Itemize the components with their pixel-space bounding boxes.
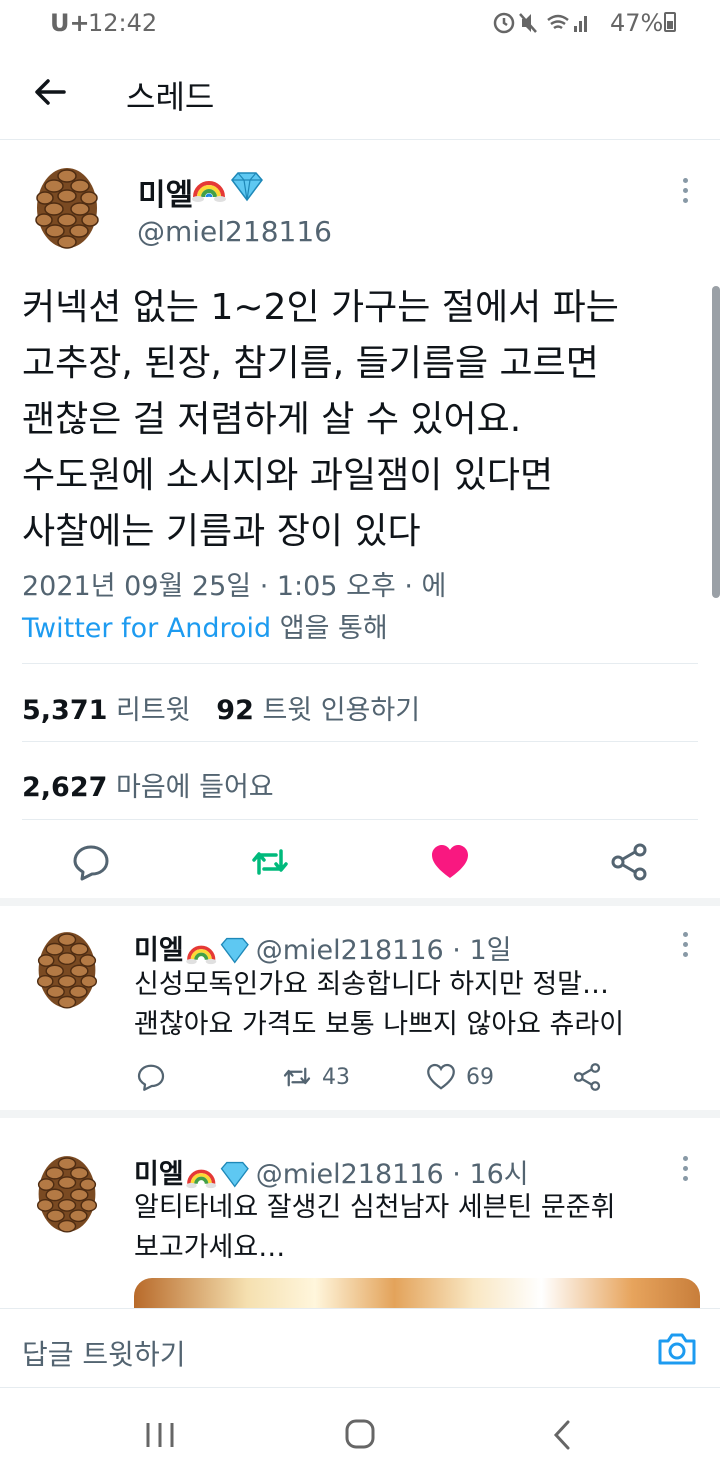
camera-icon[interactable] <box>656 1329 698 1369</box>
kebab-icon[interactable] <box>680 178 690 206</box>
like-label: 마음에 들어요 <box>116 772 274 803</box>
divider <box>22 741 698 742</box>
author-name[interactable]: 미엘 <box>138 170 193 214</box>
tweet-timestamp: 2021년 09월 25일 · 1:05 오후 · 에 <box>22 571 447 602</box>
reply-text: 알티타네요 잘생긴 심천남자 세븐틴 문준휘 보고가세요… <box>134 1192 616 1263</box>
retweet-label: 리트윗 <box>116 695 191 726</box>
retweet-button[interactable]: 43 <box>282 1062 350 1092</box>
nav-back-icon[interactable] <box>542 1418 582 1452</box>
battery-percent: 47% <box>610 9 664 37</box>
divider <box>22 819 698 820</box>
home-icon[interactable] <box>340 1418 380 1452</box>
like-button[interactable]: 69 <box>426 1062 494 1092</box>
retweet-icon <box>283 1067 311 1087</box>
author-handle[interactable]: @miel218116 <box>137 215 332 248</box>
reply-text: 신성모독인가요 죄송합니다 하지만 정말… 괜찮아요 가격도 보통 나쁘지 않아… <box>134 969 625 1040</box>
page-title: 스레드 <box>126 78 215 116</box>
recent-apps-icon[interactable] <box>140 1418 180 1452</box>
share-icon <box>573 1063 601 1091</box>
retweet-icon[interactable] <box>250 842 290 882</box>
reply-button[interactable] <box>136 1062 166 1092</box>
reply-handle[interactable]: @miel218116 <box>256 935 444 966</box>
reply-author-name[interactable]: 미엘 <box>134 1159 184 1190</box>
carrier-label: U+ <box>50 9 90 37</box>
avatar[interactable] <box>32 928 102 1012</box>
system-nav-bar <box>0 1388 720 1480</box>
reply-time: · 16시 <box>452 1159 529 1190</box>
reply-compose-bar[interactable]: 답글 트윗하기 <box>0 1308 720 1388</box>
reply-handle[interactable]: @miel218116 <box>256 1159 444 1190</box>
rainbow-diamond-emoji-icon <box>192 172 263 202</box>
system-status-icons <box>493 12 587 34</box>
heart-icon <box>427 1063 455 1090</box>
tweet-source: Twitter for Android 앱을 통해 <box>22 606 388 645</box>
avatar[interactable] <box>32 1152 102 1236</box>
reply-author-name[interactable]: 미엘 <box>134 935 184 966</box>
kebab-icon[interactable] <box>680 1156 690 1184</box>
battery-icon <box>664 12 676 32</box>
scrollbar[interactable] <box>712 286 720 598</box>
section-divider <box>0 1110 720 1118</box>
reply-input-placeholder[interactable]: 답글 트윗하기 <box>22 1333 185 1373</box>
reply-time: · 1일 <box>452 935 512 966</box>
reply-icon <box>137 1064 165 1091</box>
retweet-stats[interactable]: 5,371 리트윗 92 트윗 인용하기 <box>22 688 420 727</box>
rainbow-diamond-emoji-icon <box>185 937 249 965</box>
reply-header: 미엘 @miel218116 · 1일 <box>134 928 511 967</box>
reply-header: 미엘 @miel218116 · 16시 <box>134 1152 529 1191</box>
app-bar: 스레드 <box>0 46 720 140</box>
quote-label: 트윗 인용하기 <box>262 695 421 726</box>
heart-icon[interactable] <box>430 842 470 882</box>
retweet-count: 43 <box>322 1064 350 1090</box>
retweet-count: 5,371 <box>22 695 108 726</box>
source-link[interactable]: Twitter for Android <box>22 613 271 644</box>
avatar[interactable] <box>30 164 104 252</box>
divider <box>22 663 698 664</box>
section-divider <box>0 898 720 906</box>
share-button[interactable] <box>572 1062 602 1092</box>
quote-count: 92 <box>216 695 254 726</box>
reply-icon[interactable] <box>71 842 111 882</box>
rainbow-diamond-emoji-icon <box>185 1161 249 1189</box>
source-suffix: 앱을 통해 <box>271 613 388 644</box>
like-count: 69 <box>466 1064 494 1090</box>
kebab-icon[interactable] <box>680 932 690 960</box>
tweet-text: 커넥션 없는 1~2인 가구는 절에서 파는 고추장, 된장, 참기름, 들기름… <box>22 287 619 552</box>
like-count: 2,627 <box>22 772 108 803</box>
back-arrow-icon[interactable] <box>30 72 70 112</box>
share-icon[interactable] <box>609 842 649 882</box>
status-bar: U+ 12:42 47% <box>0 0 720 46</box>
status-time: 12:42 <box>88 9 158 37</box>
like-stats[interactable]: 2,627 마음에 들어요 <box>22 765 274 804</box>
